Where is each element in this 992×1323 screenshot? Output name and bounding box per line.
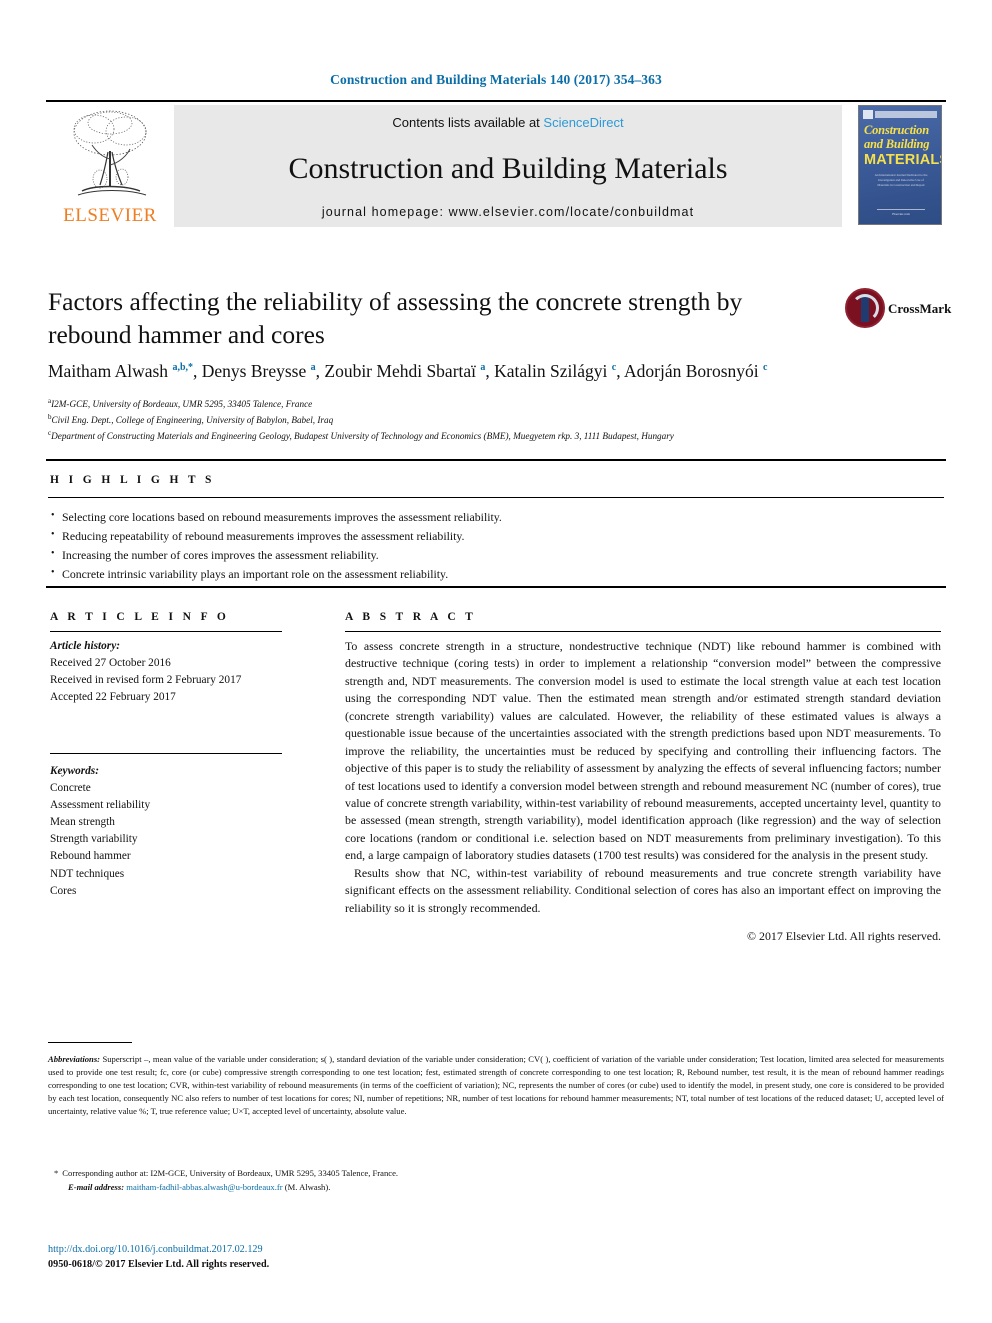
- highlights-list: Selecting core locations based on reboun…: [50, 507, 750, 584]
- running-head: Construction and Building Materials 140 …: [330, 72, 662, 87]
- keyword-item: NDT techniques: [50, 867, 125, 880]
- abstract-copyright: © 2017 Elsevier Ltd. All rights reserved…: [747, 929, 941, 943]
- highlights-underrule: [48, 497, 944, 498]
- journal-cover-thumbnail: Construction and Building MATERIALS An I…: [854, 105, 946, 227]
- keyword-item: Cores: [50, 884, 77, 897]
- contents-prefix: Contents lists available at: [392, 115, 544, 130]
- cover-blurb: An International Journal Dedicated to th…: [874, 173, 928, 187]
- abbreviations-note: Abbreviations: Superscript –, mean value…: [48, 1053, 944, 1118]
- article-history-item: Accepted 22 February 2017: [50, 691, 176, 704]
- email-label: E-mail address:: [68, 1182, 125, 1192]
- affiliation-text: Department of Constructing Materials and…: [51, 431, 674, 441]
- affiliation-text: I2M-GCE, University of Bordeaux, UMR 529…: [51, 399, 313, 410]
- asterisk-icon: *: [54, 1168, 59, 1178]
- highlight-item: Reducing repeatability of rebound measur…: [50, 527, 750, 546]
- highlight-item: Increasing the number of cores improves …: [50, 546, 750, 565]
- highlight-item: Selecting core locations based on reboun…: [50, 507, 750, 527]
- doi-block: http://dx.doi.org/10.1016/j.conbuildmat.…: [48, 1243, 269, 1273]
- cover-title-line2: and Building: [864, 137, 930, 151]
- keyword-item: Assessment reliability: [50, 798, 151, 811]
- article-title: Factors affecting the reliability of ass…: [48, 287, 743, 349]
- doi-link[interactable]: http://dx.doi.org/10.1016/j.conbuildmat.…: [48, 1243, 269, 1258]
- crossmark-label: CrossMark: [888, 301, 952, 316]
- cover-title-line3: MATERIALS: [864, 152, 942, 168]
- cover-title-line1: Construction: [864, 123, 929, 137]
- masthead-center: Contents lists available at ScienceDirec…: [174, 105, 842, 227]
- keyword-item: Strength variability: [50, 833, 138, 846]
- keyword-item: Rebound hammer: [50, 850, 131, 863]
- keyword-item: Mean strength: [50, 816, 115, 829]
- affiliation-item: aI2M-GCE, University of Bordeaux, UMR 52…: [48, 396, 938, 412]
- keywords-block: Keywords: Concrete Assessment reliabilit…: [50, 752, 296, 900]
- email-suffix: (M. Alwash).: [284, 1182, 331, 1192]
- author-list: Maitham Alwash a,b,*, Denys Breysse a, Z…: [48, 361, 768, 381]
- elsevier-tree-icon: [60, 107, 160, 203]
- article-info-column: Article history: Received 27 October 201…: [50, 638, 296, 900]
- email-link[interactable]: maitham-fadhil-abbas.alwash@u-bordeaux.f…: [126, 1182, 282, 1192]
- abstract-paragraph: Results show that NC, within-test variab…: [345, 865, 941, 915]
- journal-homepage-link[interactable]: journal homepage: www.elsevier.com/locat…: [322, 205, 694, 219]
- email-note: E-mail address: maitham-fadhil-abbas.alw…: [68, 1182, 330, 1192]
- affiliation-list: aI2M-GCE, University of Bordeaux, UMR 52…: [48, 396, 938, 444]
- abstract-heading: A B S T R A C T: [345, 611, 477, 623]
- info-top-rule: [46, 586, 946, 588]
- keyword-item: Concrete: [50, 781, 91, 794]
- affiliation-item: bCivil Eng. Dept., College of Engineerin…: [48, 412, 938, 428]
- article-info-underrule: [50, 631, 282, 632]
- affiliation-item: cDepartment of Constructing Materials an…: [48, 428, 938, 444]
- abstract-underrule: [345, 631, 941, 632]
- highlights-heading: H I G H L I G H T S: [50, 474, 215, 486]
- keywords-label: Keywords:: [50, 764, 99, 777]
- elsevier-wordmark: ELSEVIER: [63, 205, 157, 226]
- highlights-top-rule: [46, 459, 946, 461]
- keywords-rule: [50, 752, 282, 754]
- crossmark-icon: [845, 288, 885, 328]
- article-history-item: Received 27 October 2016: [50, 657, 171, 670]
- contents-lists-line: Contents lists available at ScienceDirec…: [392, 115, 623, 130]
- journal-article-page: Construction and Building Materials 140 …: [0, 0, 992, 1323]
- cover-footer-rule: [877, 209, 925, 210]
- article-history-item: Received in revised form 2 February 2017: [50, 674, 242, 687]
- issn-copyright-line: 0950-0618/© 2017 Elsevier Ltd. All right…: [48, 1258, 270, 1270]
- corresponding-author-note: * Corresponding author at: I2M-GCE, Unive…: [54, 1167, 944, 1181]
- abstract-column: To assess concrete strength in a structu…: [345, 638, 941, 945]
- journal-masthead: ELSEVIER Contents lists available at Sci…: [46, 100, 946, 228]
- cover-footer-text: Elsevier.com: [892, 212, 910, 216]
- article-history-label: Article history:: [50, 640, 120, 652]
- highlight-item: Concrete intrinsic variability plays an …: [50, 565, 750, 584]
- abstract-paragraph: To assess concrete strength in a structu…: [345, 639, 941, 863]
- affiliation-text: Civil Eng. Dept., College of Engineering…: [51, 415, 334, 426]
- footnote-rule: [48, 1042, 132, 1043]
- cover-footer: Elsevier.com: [877, 209, 925, 216]
- abbreviations-label: Abbreviations:: [48, 1054, 101, 1064]
- elsevier-logo: ELSEVIER: [46, 105, 174, 227]
- article-info-heading: A R T I C L E I N F O: [50, 611, 230, 623]
- corresponding-author-text: Corresponding author at: I2M-GCE, Univer…: [62, 1168, 399, 1178]
- abbreviations-text: Superscript –, mean value of the variabl…: [48, 1054, 944, 1117]
- cover-elsevier-mark: [863, 110, 873, 119]
- cover-top-bar: [875, 111, 937, 118]
- journal-title: Construction and Building Materials: [288, 151, 728, 185]
- crossmark-badge[interactable]: CrossMark: [845, 288, 951, 336]
- sciencedirect-link[interactable]: ScienceDirect: [543, 115, 623, 130]
